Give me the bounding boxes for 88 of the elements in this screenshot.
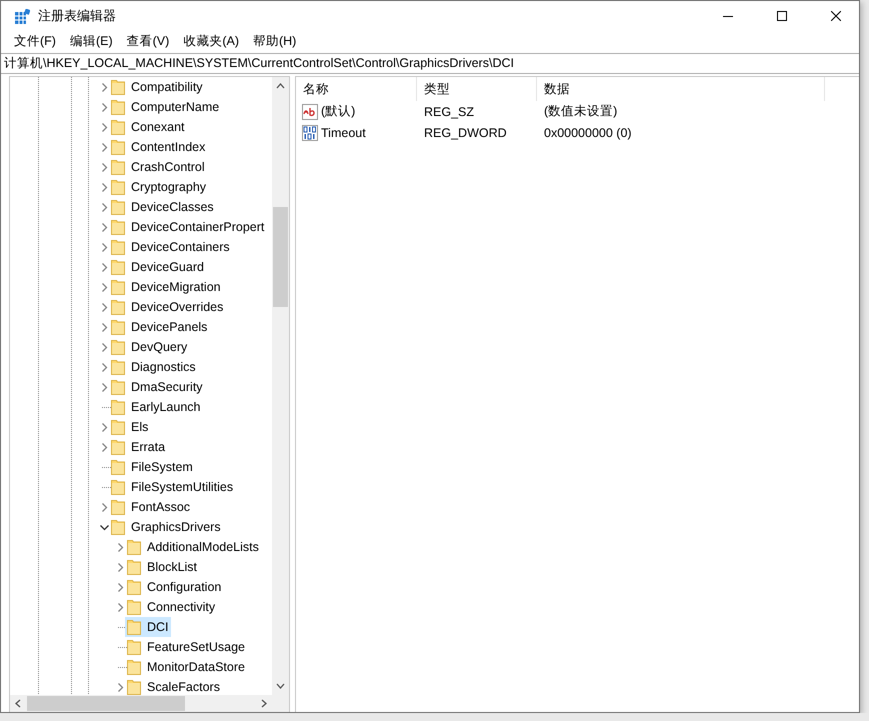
folder-icon — [127, 639, 141, 655]
column-header[interactable]: 名称 — [296, 77, 417, 101]
tree-item[interactable]: Diagnostics — [109, 357, 198, 377]
tree-item[interactable]: DeviceClasses — [109, 197, 216, 217]
tree-item[interactable]: BlockList — [125, 557, 200, 577]
folder-icon — [111, 239, 125, 255]
value-data: 0x00000000 (0) — [544, 126, 632, 140]
tree-item[interactable]: Connectivity — [125, 597, 218, 617]
menu-item[interactable]: 收藏夹(A) — [176, 32, 246, 50]
menu-item[interactable]: 编辑(E) — [62, 32, 120, 50]
tree-item[interactable]: DeviceContainers — [109, 237, 232, 257]
binary-value-icon — [302, 124, 318, 140]
value-type: REG_SZ — [424, 104, 474, 118]
value-name: Timeout — [321, 126, 366, 140]
horizontal-scrollbar[interactable] — [10, 695, 272, 712]
tree-item[interactable]: DmaSecurity — [109, 377, 205, 397]
folder-icon — [111, 259, 125, 275]
menu-item[interactable]: 查看(V) — [120, 32, 176, 50]
folder-icon — [111, 379, 125, 395]
tree-item[interactable]: FontAssoc — [109, 497, 192, 517]
address-field[interactable]: 计算机\HKEY_LOCAL_MACHINE\SYSTEM\CurrentControlSet\Control\GraphicsDrivers\DCI — [1, 53, 859, 74]
window-title: 注册表编辑器 — [38, 7, 117, 25]
folder-icon — [127, 539, 141, 555]
tree-item[interactable]: Conexant — [109, 117, 187, 137]
tree-item[interactable]: EarlyLaunch — [109, 397, 202, 417]
value-name: (默认) — [321, 103, 356, 120]
folder-icon — [111, 159, 125, 175]
tree-item[interactable]: Compatibility — [109, 77, 205, 97]
string-value-icon — [302, 104, 318, 120]
folder-icon — [111, 359, 125, 375]
tree-item[interactable]: Configuration — [125, 577, 224, 597]
folder-icon — [111, 339, 125, 355]
tree-item[interactable]: AdditionalModeLists — [125, 537, 261, 557]
menu-item[interactable]: 文件(F) — [7, 32, 63, 50]
menu-item[interactable]: 帮助(H) — [246, 32, 304, 50]
folder-icon — [127, 679, 141, 695]
folder-icon — [111, 179, 125, 195]
tree-item[interactable]: DevQuery — [109, 337, 190, 357]
folder-icon — [111, 419, 125, 435]
column-header[interactable]: 类型 — [417, 77, 537, 101]
column-header[interactable]: 数据 — [537, 77, 825, 101]
folder-icon — [111, 199, 125, 215]
folder-icon — [127, 559, 141, 575]
maximize-icon[interactable] — [777, 11, 787, 21]
tree-item[interactable]: FileSystemUtilities — [109, 477, 236, 497]
folder-icon — [127, 619, 141, 635]
folder-icon — [111, 299, 125, 315]
chevron-icon[interactable] — [100, 522, 108, 532]
folder-icon — [127, 579, 141, 595]
value-type: REG_DWORD — [424, 126, 507, 140]
folder-icon — [111, 219, 125, 235]
folder-icon — [111, 499, 125, 515]
tree-item[interactable]: CrashControl — [109, 157, 207, 177]
tree-item[interactable]: ComputerName — [109, 97, 222, 117]
folder-icon — [111, 519, 125, 535]
folder-icon — [127, 659, 141, 675]
tree-item[interactable]: ContentIndex — [109, 137, 208, 157]
tree-item[interactable]: DevicePanels — [109, 317, 210, 337]
folder-icon — [111, 139, 125, 155]
app-icon — [15, 8, 30, 24]
value-data: (数值未设置) — [544, 103, 618, 120]
folder-icon — [111, 439, 125, 455]
scroll-thumb[interactable] — [273, 207, 288, 307]
vertical-scrollbar[interactable] — [272, 77, 289, 695]
scroll-thumb[interactable] — [27, 696, 185, 711]
tree-item[interactable]: Els — [109, 417, 150, 437]
tree-item[interactable]: DeviceContainerPropert — [109, 217, 266, 237]
folder-icon — [111, 119, 125, 135]
folder-icon — [111, 79, 125, 95]
folder-icon — [111, 479, 125, 495]
tree-item[interactable]: DCI — [125, 617, 171, 637]
folder-icon — [111, 99, 125, 115]
tree-item[interactable]: GraphicsDrivers — [109, 517, 223, 537]
folder-icon — [127, 599, 141, 615]
tree-item[interactable]: DeviceOverrides — [109, 297, 226, 317]
tree-item[interactable]: DeviceGuard — [109, 257, 206, 277]
tree-item[interactable]: FeatureSetUsage — [125, 637, 247, 657]
tree-item[interactable]: Cryptography — [109, 177, 208, 197]
tree-item[interactable]: MonitorDataStore — [125, 657, 247, 677]
tree-item[interactable]: Errata — [109, 437, 168, 457]
folder-icon — [111, 319, 125, 335]
close-icon[interactable] — [831, 11, 841, 21]
folder-icon — [111, 459, 125, 475]
folder-icon — [111, 399, 125, 415]
tree-item[interactable]: FileSystem — [109, 457, 195, 477]
tree-item[interactable]: DeviceMigration — [109, 277, 223, 297]
folder-icon — [111, 279, 125, 295]
tree-item[interactable]: ScaleFactors — [125, 677, 222, 695]
